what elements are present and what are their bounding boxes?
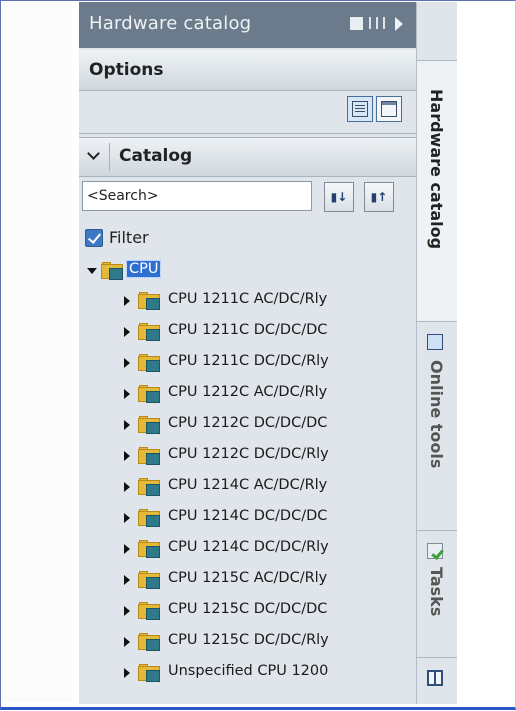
online-tools-icon: [427, 334, 443, 350]
tree-item-label: CPU 1212C DC/DC/DC: [168, 415, 328, 431]
chevron-down-icon[interactable]: [89, 149, 99, 159]
expand-arrow-icon[interactable]: [124, 513, 130, 523]
tree-item-label: CPU 1215C DC/DC/DC: [168, 601, 328, 617]
tab-tasks-label: Tasks: [427, 567, 446, 617]
expand-arrow-icon[interactable]: [124, 575, 130, 585]
folder-device-icon: [138, 478, 162, 496]
tree-item-label: CPU 1214C DC/DC/Rly: [168, 539, 329, 555]
tree-item-label: CPU 1212C AC/DC/Rly: [168, 384, 328, 400]
folder-device-icon: [138, 571, 162, 589]
folder-device-icon: [138, 385, 162, 403]
expand-arrow-icon[interactable]: [124, 451, 130, 461]
expand-arrow-icon[interactable]: [87, 268, 97, 274]
expand-arrow-icon[interactable]: [124, 668, 130, 678]
tab-hardware-catalog[interactable]: Hardware catalog: [417, 60, 457, 322]
float-window-icon[interactable]: [350, 17, 363, 30]
tree-item-label: CPU 1214C DC/DC/DC: [168, 508, 328, 524]
expand-arrow-icon[interactable]: [124, 637, 130, 647]
hardware-catalog-panel: Hardware catalog Options Catalog ▮↓ ▮↑ F…: [79, 2, 416, 704]
expand-arrow-icon[interactable]: [124, 327, 130, 337]
tree-item-label: CPU 1214C AC/DC/Rly: [168, 477, 328, 493]
tab-libraries[interactable]: [417, 657, 457, 704]
folder-device-icon: [138, 354, 162, 372]
tab-online-tools[interactable]: Online tools: [417, 326, 457, 526]
catalog-label: Catalog: [119, 146, 193, 166]
tree-item-label: Unspecified CPU 1200: [168, 663, 329, 679]
folder-device-icon: [138, 323, 162, 341]
expand-arrow-icon[interactable]: [124, 358, 130, 368]
window-view-icon: [381, 101, 397, 117]
options-body: [79, 91, 416, 134]
tab-hardware-catalog-label: Hardware catalog: [427, 89, 446, 250]
folder-device-icon: [138, 292, 162, 310]
search-up-button[interactable]: ▮↑: [364, 182, 394, 212]
folder-device-icon: [138, 540, 162, 558]
list-view-icon: [352, 101, 368, 117]
collapse-arrow-icon[interactable]: [395, 17, 403, 31]
folder-device-icon: [138, 416, 162, 434]
tab-tasks[interactable]: Tasks: [417, 530, 457, 655]
expand-arrow-icon[interactable]: [124, 544, 130, 554]
tree-item-label: CPU 1211C DC/DC/Rly: [168, 353, 329, 369]
expand-arrow-icon[interactable]: [124, 420, 130, 430]
tree-item-label: CPU 1211C AC/DC/Rly: [168, 291, 328, 307]
catalog-section-header[interactable]: Catalog: [79, 137, 416, 177]
left-background: [2, 2, 72, 702]
search-down-button[interactable]: ▮↓: [324, 182, 354, 212]
list-view-button[interactable]: [347, 96, 373, 122]
header-divider: [109, 143, 110, 171]
folder-device-icon: [138, 664, 162, 682]
options-section-header[interactable]: Options: [79, 50, 416, 91]
panel-title: Hardware catalog: [89, 13, 252, 34]
expand-arrow-icon[interactable]: [124, 296, 130, 306]
libraries-icon: [427, 670, 443, 686]
folder-device-icon: [138, 509, 162, 527]
tree-item-label: CPU 1212C DC/DC/Rly: [168, 446, 329, 462]
right-background: [457, 2, 513, 704]
tree-item-label: CPU 1215C AC/DC/Rly: [168, 570, 328, 586]
filter-checkbox[interactable]: [85, 229, 103, 247]
tree-item-label: CPU 1215C DC/DC/Rly: [168, 632, 329, 648]
options-label: Options: [89, 60, 164, 80]
tasks-icon: [427, 543, 443, 559]
search-input[interactable]: [82, 181, 312, 211]
tree-root-label: CPU: [125, 260, 162, 278]
split-view-icon[interactable]: [369, 17, 385, 29]
folder-device-icon: [138, 633, 162, 651]
side-tab-strip: Hardware catalog Online tools Tasks: [416, 2, 457, 704]
expand-arrow-icon[interactable]: [124, 606, 130, 616]
panel-title-bar: Hardware catalog: [79, 2, 416, 48]
folder-device-icon: [101, 262, 125, 280]
folder-device-icon: [138, 602, 162, 620]
tree-item-label: CPU 1211C DC/DC/DC: [168, 322, 328, 338]
window-view-button[interactable]: [376, 96, 402, 122]
folder-device-icon: [138, 447, 162, 465]
tab-online-tools-label: Online tools: [427, 360, 446, 469]
expand-arrow-icon[interactable]: [124, 389, 130, 399]
filter-label: Filter: [109, 228, 149, 247]
expand-arrow-icon[interactable]: [124, 482, 130, 492]
